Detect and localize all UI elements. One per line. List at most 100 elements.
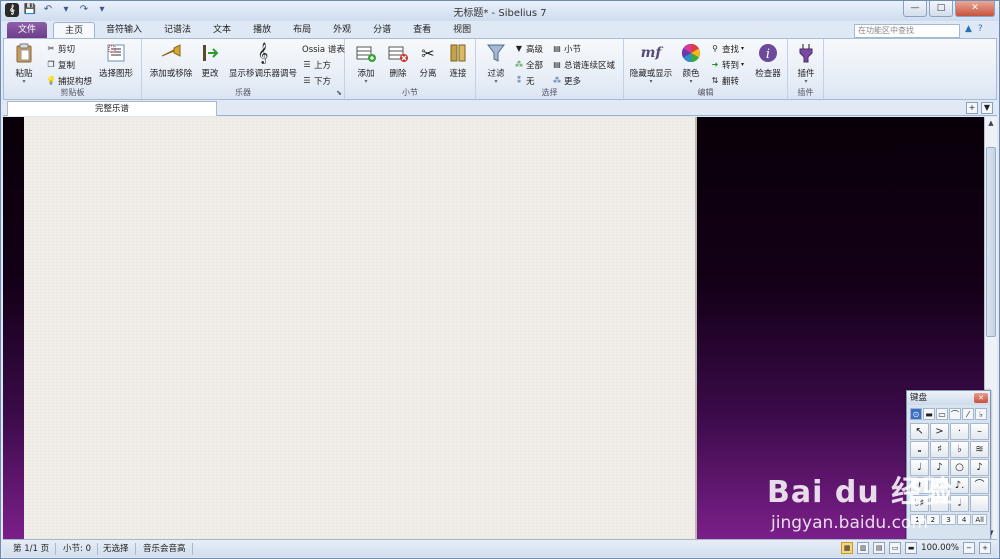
inspector-button[interactable]: i 检查器 [752,42,784,79]
keypad-close-button[interactable]: ✕ [974,393,988,403]
tab-appearance[interactable]: 外观 [322,22,362,39]
hide-show-button[interactable]: mf 隐藏或显示 ▾ [628,42,674,85]
keypad-key[interactable] [970,495,989,512]
keypad-layout-common[interactable]: ⊙ [910,408,922,420]
plugins-button[interactable]: 插件 ▾ [792,42,820,85]
capture-idea-button[interactable]: 💡 捕捉构想 [46,74,92,87]
keypad-key[interactable]: 𝄾 [930,477,949,494]
view-spreads-icon[interactable]: ▥ [857,542,870,554]
voice-3-button[interactable]: 3 [941,514,956,525]
keypad-layout-beams[interactable]: ▭ [936,408,948,420]
add-bar-button[interactable]: 添加 ▾ [353,42,379,85]
view-multi-icon[interactable]: ▤ [873,542,886,554]
split-bar-button[interactable]: ✂ 分离 [415,42,441,80]
undo-icon[interactable]: ↶ [41,3,55,17]
ribbon-collapse-icon[interactable]: ▲ [965,24,972,34]
keypad-layout-jazz[interactable]: ⁄ [962,408,974,420]
new-tab-icon[interactable]: + [966,102,978,114]
redo-icon[interactable]: ↷ [77,3,91,17]
tab-view[interactable]: 视图 [442,22,482,39]
select-all-button[interactable]: ⁂ 全部 [514,58,543,71]
ossia-below-button[interactable]: ☰ 下方 [302,74,331,87]
keypad-key[interactable]: ♪ [930,459,949,476]
dialog-launcher-icon[interactable]: ⬊ [336,89,342,97]
select-more-button[interactable]: ⁂ 更多 [552,74,581,87]
view-scroll-icon[interactable]: ▬ [905,542,918,554]
status-concert-pitch[interactable]: 音乐会音高 [137,543,193,555]
tab-menu-icon[interactable]: ▼ [981,102,993,114]
voice-all-button[interactable]: All [972,514,987,525]
color-button[interactable]: 颜色 ▾ [678,42,704,85]
score-workspace[interactable] [3,117,984,539]
keypad-key[interactable]: 𝅗𝅥 [950,495,969,512]
tab-file[interactable]: 文件 [7,22,47,39]
keypad-key[interactable]: ⌒ [970,477,989,494]
view-panorama-icon[interactable]: ▭ [889,542,902,554]
copy-button[interactable]: ❐ 复制 [46,58,75,71]
select-bar-button[interactable]: ▤ 小节 [552,42,581,55]
ribbon-search-input[interactable]: 在功能区中查找 [854,24,960,38]
tab-play[interactable]: 播放 [242,22,282,39]
voice-1-button[interactable]: 1 [910,514,925,525]
add-remove-instruments-button[interactable]: 添加或移除 [148,42,194,79]
save-icon[interactable]: 💾 [23,3,37,17]
show-transposing-button[interactable]: 𝄞 显示移调乐器调号 [228,42,298,80]
keypad-key[interactable]: ♯ [930,441,949,458]
select-none-button[interactable]: ⁑ 无 [514,74,535,87]
cut-button[interactable]: ✂ 剪切 [46,42,75,55]
tab-note-input[interactable]: 音符输入 [95,22,153,39]
join-bar-button[interactable]: 连接 [445,42,471,79]
more-icon[interactable]: ▾ [95,3,109,17]
tab-text[interactable]: 文本 [202,22,242,39]
voice-2-button[interactable]: 2 [925,514,941,525]
keypad-layout-more-notes[interactable]: ▬ [923,408,935,420]
change-instrument-button[interactable]: 更改 [198,42,222,79]
flip-button[interactable]: ⇅ 翻转 [710,74,739,87]
score-paper[interactable] [24,117,697,539]
keypad-key[interactable]: ♭♯ [910,495,929,512]
keypad-key[interactable]: 𝄽 [910,477,929,494]
find-button[interactable]: ⚲ 查找 ▾ [710,42,744,55]
close-button[interactable]: ✕ [955,1,995,17]
voice-4-button[interactable]: 4 [956,514,972,525]
select-advanced-button[interactable]: ▼ 高级 [514,42,543,55]
app-icon[interactable]: 𝄞 [5,3,19,17]
maximize-button[interactable]: □ [929,1,953,17]
keypad-key[interactable]: ♪ [970,459,989,476]
zoom-in-button[interactable]: + [979,542,991,554]
tab-parts[interactable]: 分谱 [362,22,402,39]
tab-review[interactable]: 查看 [402,22,442,39]
paste-button[interactable]: 粘贴 ▾ [10,42,38,85]
keypad-key[interactable]: · [930,495,949,512]
keypad-key[interactable]: ♩ [910,459,929,476]
keypad-layout-articulations[interactable]: ⌒ [949,408,961,420]
keypad-key[interactable]: – [970,423,989,440]
delete-bar-button[interactable]: 删除 [385,42,411,79]
tab-home[interactable]: 主页 [53,22,96,39]
tab-layout[interactable]: 布局 [282,22,322,39]
keypad-key[interactable]: ≋ [970,441,989,458]
keypad-layout-accidentals[interactable]: ♭ [975,408,987,420]
more-icon[interactable]: ▾ [59,3,73,17]
tab-full-score[interactable]: 完整乐谱 [7,101,217,116]
view-page-icon[interactable]: ▦ [841,542,854,554]
help-icon[interactable]: ? [978,24,983,34]
ossia-staff-button[interactable]: Ossia 谱表 [302,42,345,55]
minimize-button[interactable]: — [903,1,927,17]
go-to-button[interactable]: ➜ 转到 ▾ [710,58,744,71]
keypad-title-bar[interactable]: 键盘 ✕ [907,391,990,405]
ossia-above-button[interactable]: ☰ 上方 [302,58,331,71]
tab-notations[interactable]: 记谱法 [153,22,202,39]
filter-button[interactable]: 过滤 ▾ [482,42,510,85]
keypad-key[interactable]: > [930,423,949,440]
keypad-key[interactable]: ○ [950,459,969,476]
keypad-key[interactable]: · [950,423,969,440]
select-system-passage-button[interactable]: ▤ 总谱连续区域 [552,58,615,71]
scroll-thumb[interactable] [986,147,996,337]
keypad-key[interactable]: ♭ [950,441,969,458]
keypad-key[interactable]: 𝅝 [910,441,929,458]
keypad-key[interactable]: ♪. [950,477,969,494]
zoom-out-button[interactable]: − [963,542,975,554]
select-graphic-button[interactable]: 选择图形 [96,42,136,79]
keypad-key[interactable]: ↖ [910,423,929,440]
